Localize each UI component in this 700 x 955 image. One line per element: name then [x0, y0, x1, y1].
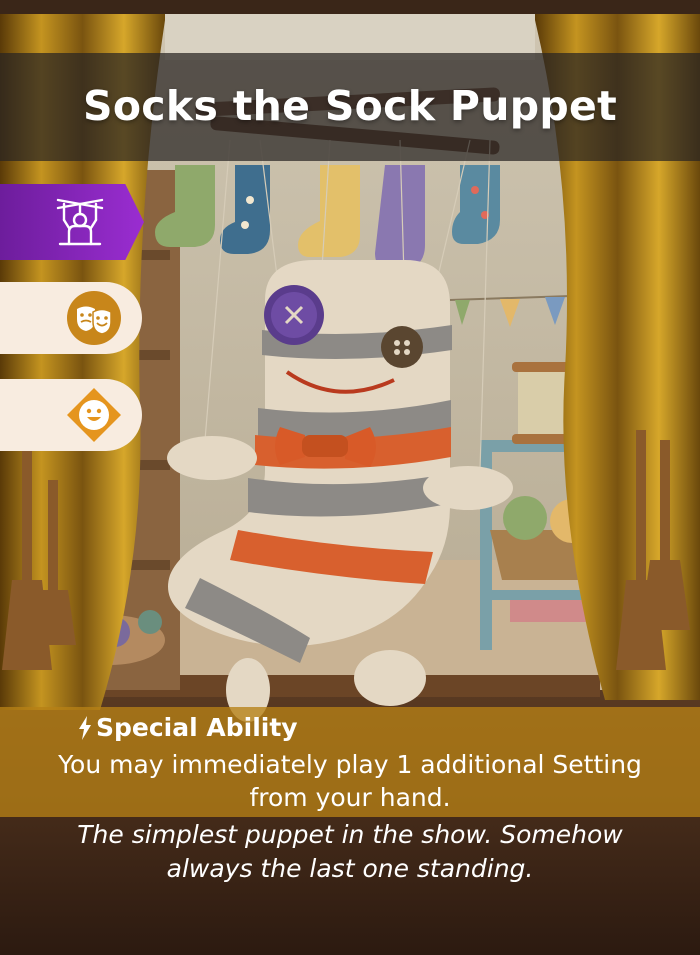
flavor-text: The simplest puppet in the show. Somehow… — [77, 820, 623, 883]
smiley-diamond-icon — [67, 388, 121, 442]
mood-tab — [0, 379, 142, 451]
ability-heading: Special Ability — [78, 713, 298, 742]
ability-heading-label: Special Ability — [96, 713, 298, 742]
ability-text: You may immediately play 1 additional Se… — [58, 750, 642, 812]
trait-tab — [0, 282, 142, 354]
thread-spool — [518, 368, 568, 440]
lightning-bolt-icon — [79, 715, 91, 740]
marionette-icon — [56, 198, 104, 246]
character-card: Socks the Sock Puppet Special Ability Yo… — [0, 0, 700, 955]
card-title: Socks the Sock Puppet — [83, 82, 617, 130]
button-eye — [381, 326, 423, 368]
role-tab — [0, 184, 144, 260]
yarn-ball — [503, 496, 547, 540]
theater-masks-icon — [67, 291, 121, 345]
